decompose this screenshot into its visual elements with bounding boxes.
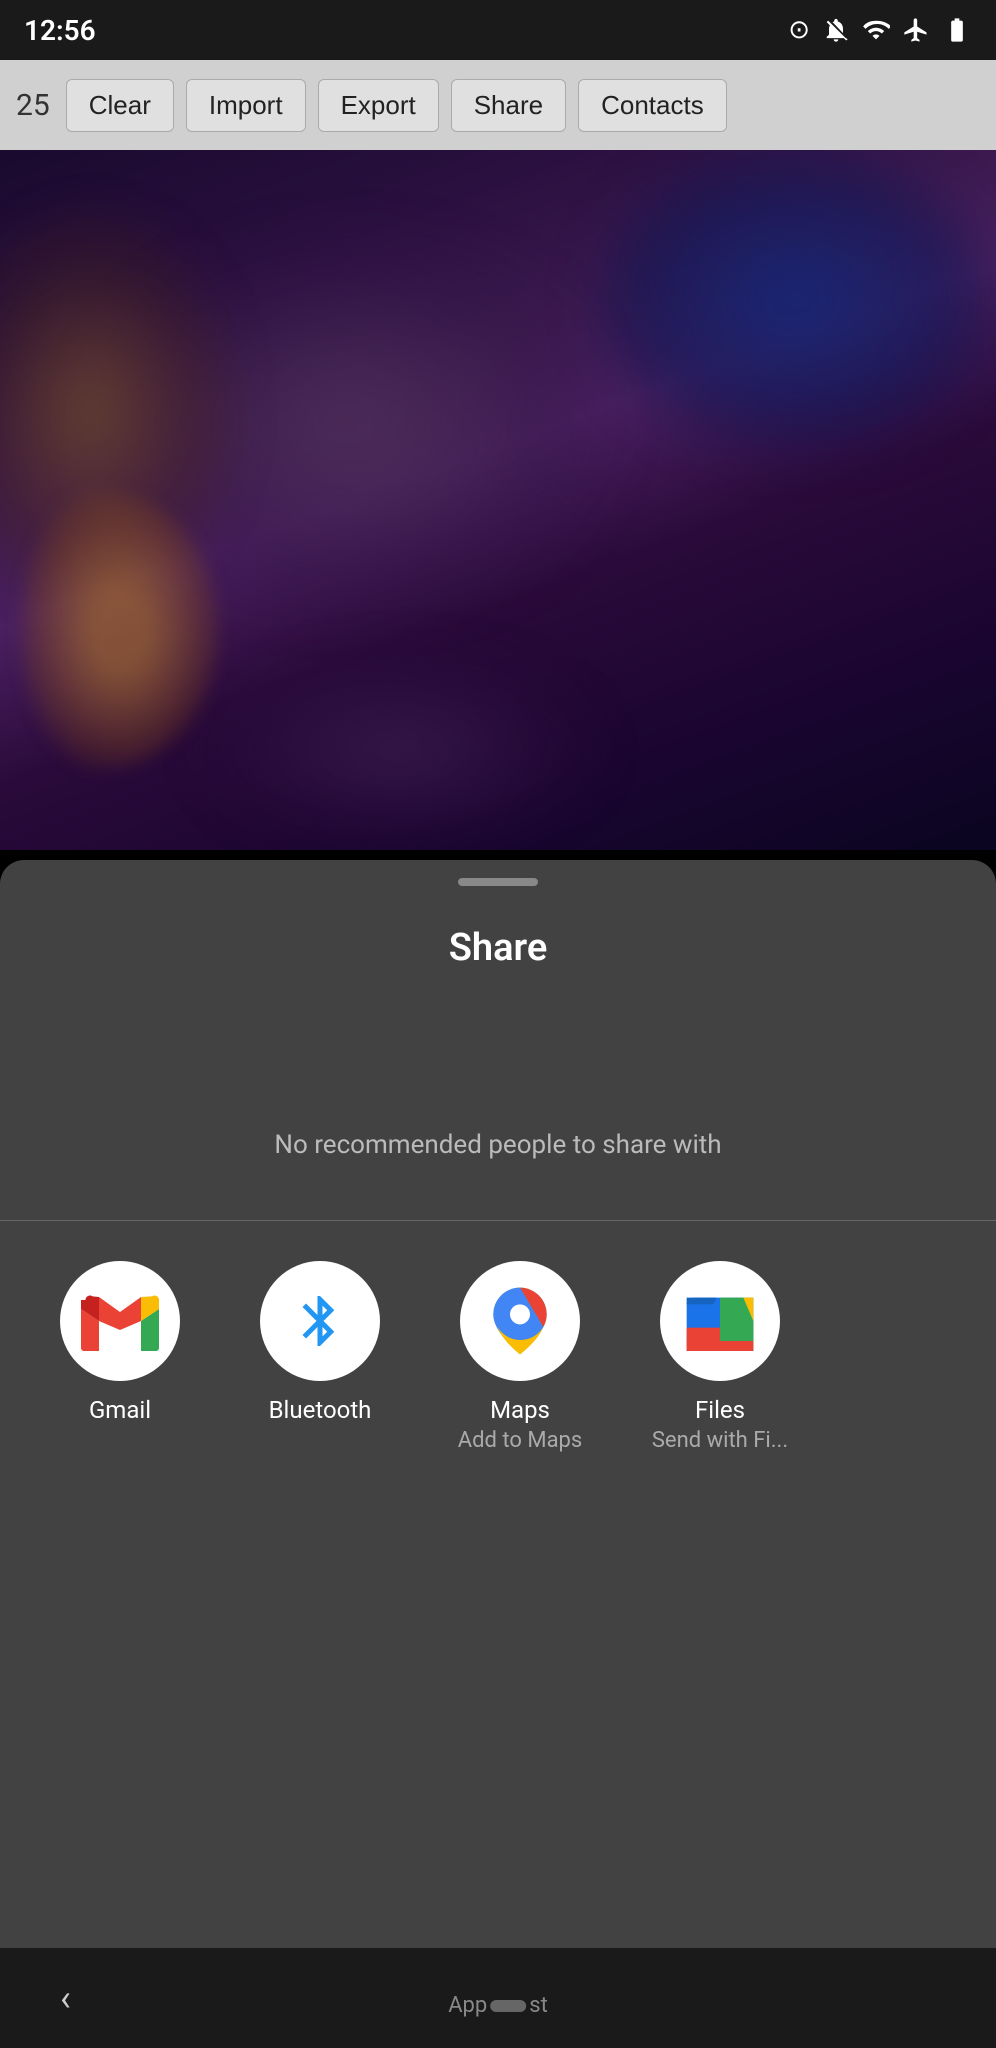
- share-button[interactable]: Share: [451, 79, 566, 132]
- share-title: Share: [449, 926, 548, 970]
- status-bar: 12:56 ⊙: [0, 0, 996, 60]
- back-button[interactable]: ‹: [60, 1977, 71, 2019]
- maps-icon: [480, 1281, 560, 1361]
- gmail-app-item[interactable]: Gmail: [40, 1261, 200, 1426]
- export-button[interactable]: Export: [318, 79, 439, 132]
- pocketcasts-icon: ⊙: [788, 15, 810, 45]
- files-icon: [680, 1281, 760, 1361]
- maps-subtitle: Add to Maps: [458, 1428, 583, 1453]
- bottom-nav: ‹ Appst: [0, 1948, 996, 2048]
- maps-icon-circle: [460, 1261, 580, 1381]
- files-subtitle: Send with Fi...: [652, 1428, 788, 1453]
- files-label: Files: [695, 1395, 745, 1426]
- clear-button[interactable]: Clear: [66, 79, 174, 132]
- bluetooth-icon: [290, 1281, 350, 1361]
- app-label: Appst: [448, 1993, 548, 2018]
- gmail-icon-circle: [60, 1261, 180, 1381]
- bluetooth-app-item[interactable]: Bluetooth: [240, 1261, 400, 1426]
- contacts-button[interactable]: Contacts: [578, 79, 727, 132]
- gmail-icon: [80, 1291, 160, 1351]
- background-image: [0, 150, 996, 850]
- toolbar-count: 25: [16, 88, 50, 123]
- maps-app-item[interactable]: Maps Add to Maps: [440, 1261, 600, 1453]
- drag-handle[interactable]: [458, 878, 538, 886]
- notification-muted-icon: [822, 16, 850, 44]
- apps-row: Gmail Bluetooth Maps: [0, 1221, 996, 1473]
- wifi-icon: [862, 16, 890, 44]
- gmail-label: Gmail: [89, 1395, 151, 1426]
- status-time: 12:56: [24, 14, 96, 47]
- import-button[interactable]: Import: [186, 79, 306, 132]
- toolbar: 25 Clear Import Export Share Contacts: [0, 60, 996, 150]
- battery-icon: [942, 16, 972, 44]
- files-app-item[interactable]: Files Send with Fi...: [640, 1261, 800, 1453]
- share-sheet: Share No recommended people to share wit…: [0, 860, 996, 2048]
- bluetooth-icon-circle: [260, 1261, 380, 1381]
- maps-label: Maps: [490, 1395, 550, 1426]
- no-recommended-text: No recommended people to share with: [274, 1130, 721, 1160]
- bluetooth-label: Bluetooth: [269, 1395, 372, 1426]
- files-icon-circle: [660, 1261, 780, 1381]
- status-icons: ⊙: [788, 15, 972, 45]
- airplane-icon: [902, 16, 930, 44]
